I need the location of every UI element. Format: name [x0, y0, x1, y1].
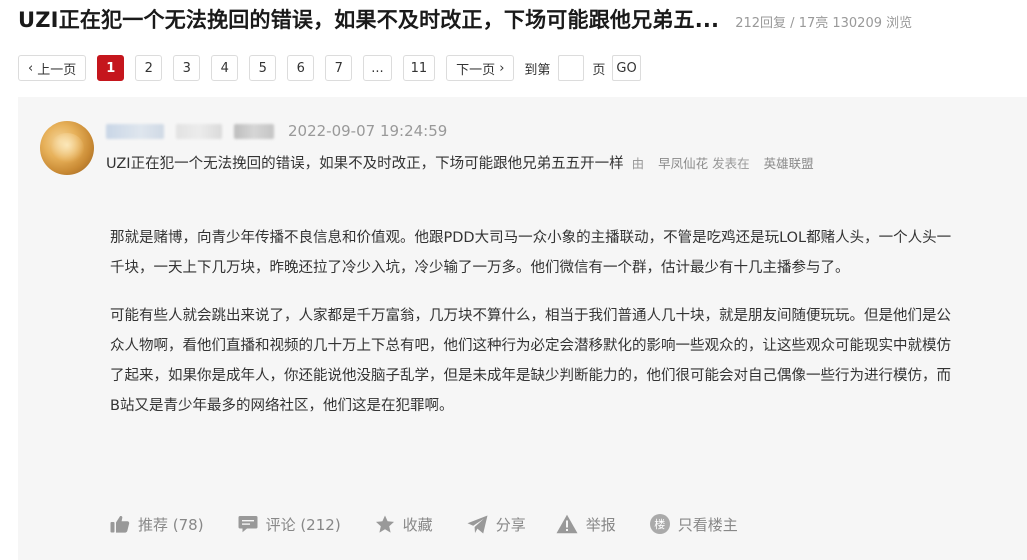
thread-stats: 212回复 / 17亮 130209 浏览 [735, 16, 913, 31]
title-row: UZI正在犯一个无法挽回的错误，如果不及时改正，下场可能跟他兄弟五... 212… [18, 4, 1018, 36]
comment-button[interactable]: 评论 (212) [238, 514, 341, 535]
report-label: 举报 [585, 515, 616, 534]
chevron-right-icon: › [499, 60, 505, 76]
post-timestamp: 2022-09-07 19:24:59 [288, 122, 448, 140]
subject-row: UZI正在犯一个无法挽回的错误，如果不及时改正，下场可能跟他兄弟五五开一样 由 … [106, 152, 814, 173]
page-button-4[interactable]: 4 [211, 55, 239, 81]
post-actions: 推荐 (78) 评论 (212) 收藏 分享 举报 楼 只看楼主 [110, 511, 772, 537]
author-badge-blurred [234, 123, 274, 139]
comment-label: 评论 (212) [265, 515, 341, 534]
report-button[interactable]: 举报 [556, 514, 616, 535]
avatar[interactable] [40, 121, 94, 175]
star-icon [375, 515, 394, 533]
author-tag-blurred [176, 123, 222, 139]
share-label: 分享 [495, 515, 526, 534]
op-only-button[interactable]: 楼 只看楼主 [649, 514, 738, 535]
goto-page-input[interactable] [558, 55, 585, 81]
thumbs-up-icon [110, 515, 130, 533]
meta-author-link[interactable]: 早凤仙花 [658, 156, 708, 171]
post-subject: UZI正在犯一个无法挽回的错误，如果不及时改正，下场可能跟他兄弟五五开一样 [106, 156, 624, 172]
main-post: 2022-09-07 19:24:59 UZI正在犯一个无法挽回的错误，如果不及… [18, 97, 1027, 560]
page-unit-label: 页 [592, 62, 606, 78]
page-title: UZI正在犯一个无法挽回的错误，如果不及时改正，下场可能跟他兄弟五... [18, 8, 720, 32]
page-button-5[interactable]: 5 [249, 55, 277, 81]
goto-label: 到第 [524, 62, 551, 78]
post-meta: 由 早凤仙花 发表在 英雄联盟 [632, 153, 814, 172]
favorite-label: 收藏 [402, 515, 433, 534]
pagination: ‹ 上一页 1 2 3 4 5 6 7 ... 11 下一页 › 到第 页 GO [18, 54, 641, 82]
page-button-6[interactable]: 6 [287, 55, 315, 81]
next-page-label: 下一页 [456, 62, 496, 78]
prev-page-label: 上一页 [37, 62, 77, 78]
post-content: 那就是赌博，向青少年传播不良信息和价值观。他跟PDD大司马一众小象的主播联动，不… [110, 223, 955, 439]
next-page-button[interactable]: 下一页 › [446, 55, 515, 81]
warning-icon [556, 514, 578, 534]
op-badge-icon: 楼 [649, 514, 670, 534]
page-button-1[interactable]: 1 [97, 55, 125, 81]
meta-posted-in: 发表在 [712, 156, 750, 171]
recommend-label: 推荐 (78) [138, 515, 204, 534]
recommend-button[interactable]: 推荐 (78) [110, 514, 204, 535]
chevron-left-icon: ‹ [28, 60, 34, 76]
meta-by: 由 [631, 156, 645, 171]
post-paragraph: 可能有些人就会跳出来说了，人家都是千万富翁，几万块不算什么，相当于我们普通人几十… [110, 308, 951, 414]
go-button[interactable]: GO [612, 55, 641, 81]
op-only-label: 只看楼主 [677, 515, 738, 534]
prev-page-button[interactable]: ‹ 上一页 [18, 55, 87, 81]
page-button-11[interactable]: 11 [402, 55, 436, 81]
page-button-7[interactable]: 7 [325, 55, 353, 81]
page-button-2[interactable]: 2 [135, 55, 163, 81]
post-paragraph: 那就是赌博，向青少年传播不良信息和价值观。他跟PDD大司马一众小象的主播联动，不… [110, 230, 952, 276]
page-ellipsis-button[interactable]: ... [363, 55, 392, 81]
share-icon [467, 515, 488, 533]
favorite-button[interactable]: 收藏 [375, 514, 433, 535]
comment-icon [238, 516, 258, 533]
author-row: 2022-09-07 19:24:59 [106, 121, 447, 141]
page-button-3[interactable]: 3 [173, 55, 201, 81]
meta-forum-link[interactable]: 英雄联盟 [764, 156, 814, 171]
author-name-blurred[interactable] [106, 123, 164, 139]
share-button[interactable]: 分享 [467, 514, 526, 535]
